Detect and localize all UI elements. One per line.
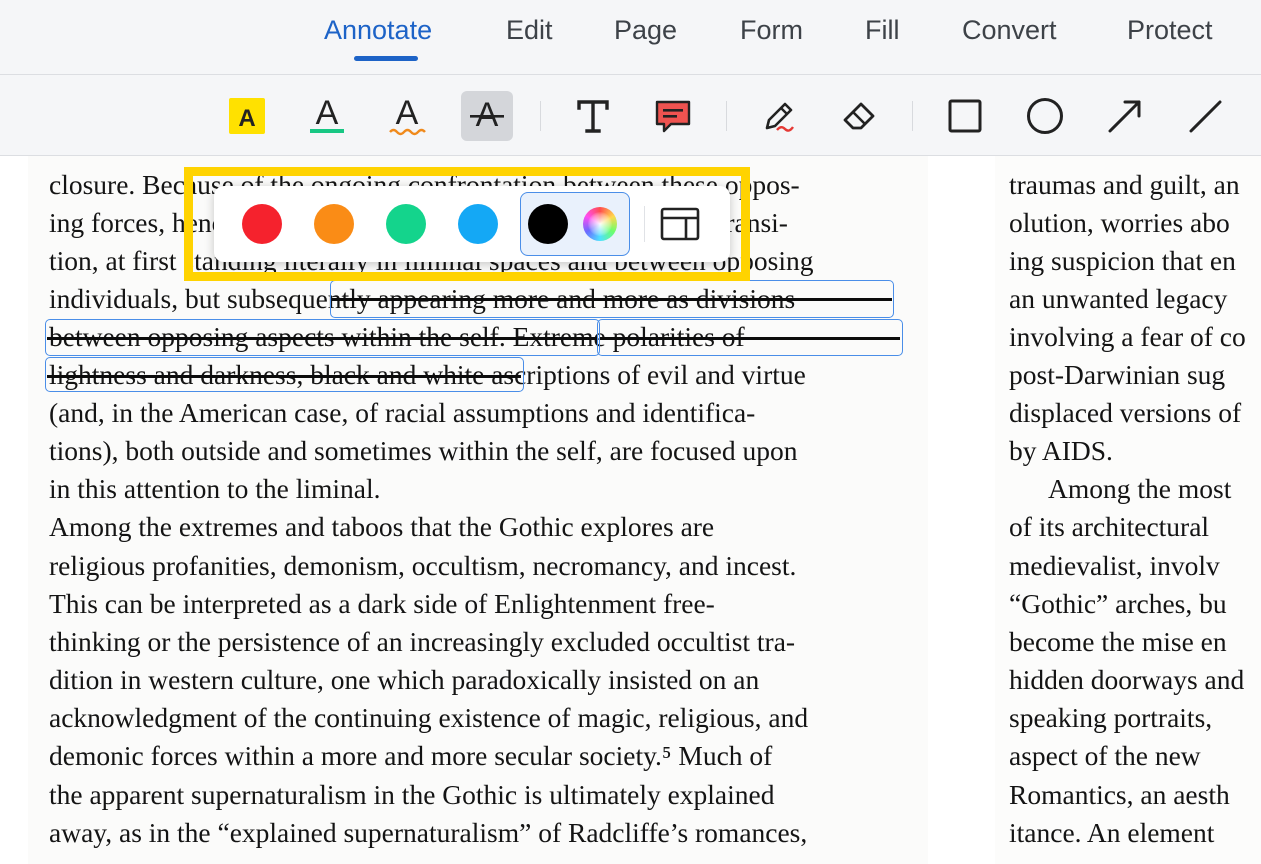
color-swatch-black[interactable]: [528, 204, 568, 244]
color-picker-popup: [214, 186, 730, 262]
text-line[interactable]: traumas and guilt, an: [1009, 166, 1240, 204]
text-line[interactable]: This can be interpreted as a dark side o…: [49, 585, 715, 623]
annotation-toolbar: A A A A: [0, 75, 1261, 156]
strikethrough-icon: A: [470, 96, 504, 134]
text-line[interactable]: an unwanted legacy: [1009, 280, 1227, 318]
squiggly-icon: A: [389, 94, 426, 136]
text-line[interactable]: ing suspicion that en: [1009, 242, 1236, 280]
line-tool[interactable]: [1179, 91, 1231, 141]
text-line[interactable]: demonic forces within a more and more se…: [49, 737, 772, 775]
arrow-tool[interactable]: [1099, 91, 1151, 141]
text-line[interactable]: religious profanities, demonism, occulti…: [49, 547, 796, 585]
tab-annotate[interactable]: Annotate: [324, 12, 432, 48]
color-swatch-green[interactable]: [386, 204, 426, 244]
toolbar-divider: [726, 101, 727, 131]
highlight-glyph: A: [238, 105, 255, 132]
text-line[interactable]: “Gothic” arches, bu: [1009, 585, 1227, 623]
text-line[interactable]: Among the most: [1048, 470, 1231, 508]
ellipse-tool[interactable]: [1019, 91, 1071, 141]
text-line[interactable]: olution, worries abo: [1009, 204, 1230, 242]
toolbar-divider: [912, 101, 913, 131]
text-line[interactable]: post-Darwinian sug: [1009, 356, 1225, 394]
text-line[interactable]: itance. An element: [1009, 814, 1214, 852]
comment-icon: [655, 100, 691, 133]
text-line[interactable]: acknowledgment of the continuing existen…: [49, 699, 808, 737]
tab-form[interactable]: Form: [740, 12, 803, 48]
circle-icon: [1027, 98, 1063, 134]
line-icon: [1189, 100, 1222, 133]
text-line[interactable]: medievalist, involv: [1009, 547, 1220, 585]
comment-tool[interactable]: [647, 91, 699, 141]
text-line[interactable]: displaced versions of: [1009, 394, 1241, 432]
tab-fill[interactable]: Fill: [865, 12, 900, 48]
annotation-selection-box[interactable]: [45, 357, 524, 392]
text-line[interactable]: of its architectural: [1009, 508, 1209, 546]
squiggly-glyph: A: [396, 94, 419, 132]
tab-convert[interactable]: Convert: [962, 12, 1057, 48]
text-line[interactable]: thinking or the persistence of an increa…: [49, 623, 795, 661]
text-icon: [577, 100, 609, 133]
annotation-selection-box[interactable]: [45, 319, 600, 356]
pencil-icon: [765, 102, 794, 132]
highlight-text-tool[interactable]: A: [221, 91, 273, 141]
text-line[interactable]: tions), both outside and sometimes withi…: [49, 432, 797, 470]
active-tab-indicator: [354, 56, 418, 61]
tab-edit[interactable]: Edit: [506, 12, 553, 48]
top-nav-bar: Annotate Edit Page Form Fill Convert Pro…: [0, 0, 1261, 75]
eraser-icon: [843, 102, 875, 130]
squiggly-underline-tool[interactable]: A: [381, 91, 433, 141]
text-line[interactable]: away, as in the “explained supernaturali…: [49, 814, 807, 852]
underline-icon: A: [310, 94, 344, 133]
text-line[interactable]: become the mise en: [1009, 623, 1227, 661]
color-wheel-icon[interactable]: [583, 207, 617, 241]
text-line[interactable]: the apparent supernaturalism in the Goth…: [49, 776, 775, 814]
text-line[interactable]: aspect of the new: [1009, 737, 1201, 775]
text-line[interactable]: (and, in the American case, of racial as…: [49, 394, 755, 432]
underline-tool[interactable]: A: [301, 91, 353, 141]
rectangle-tool[interactable]: [939, 91, 991, 141]
text-line[interactable]: by AIDS.: [1009, 432, 1113, 470]
text-box-tool[interactable]: [567, 91, 619, 141]
arrow-icon: [1108, 100, 1141, 133]
text-line[interactable]: hidden doorways and: [1009, 661, 1244, 699]
underline-glyph: A: [316, 94, 339, 132]
highlight-icon: A: [229, 98, 265, 134]
text-line[interactable]: Among the extremes and taboos that the G…: [49, 508, 714, 546]
text-line[interactable]: speaking portraits,: [1009, 699, 1212, 737]
popup-divider: [644, 206, 645, 242]
text-line[interactable]: involving a fear of co: [1009, 318, 1246, 356]
annotation-selection-box[interactable]: [597, 319, 903, 356]
panel-layout-icon: [660, 207, 700, 241]
pencil-tool[interactable]: [753, 91, 805, 141]
text-line[interactable]: in this attention to the liminal.: [49, 470, 381, 508]
color-swatch-blue[interactable]: [458, 204, 498, 244]
rectangle-icon: [948, 99, 982, 133]
text-line[interactable]: dition in western culture, one which par…: [49, 661, 759, 699]
tab-page[interactable]: Page: [614, 12, 677, 48]
annotation-selection-box[interactable]: [330, 280, 894, 318]
panel-layout-button[interactable]: [658, 206, 702, 242]
color-swatch-red[interactable]: [242, 204, 282, 244]
tab-protect[interactable]: Protect: [1127, 12, 1213, 48]
toolbar-divider: [540, 101, 541, 131]
text-line[interactable]: Romantics, an aesth: [1009, 776, 1230, 814]
strikethrough-tool[interactable]: A: [461, 91, 513, 141]
eraser-tool[interactable]: [833, 91, 885, 141]
color-swatch-orange[interactable]: [314, 204, 354, 244]
color-wheel-center: [588, 212, 612, 236]
